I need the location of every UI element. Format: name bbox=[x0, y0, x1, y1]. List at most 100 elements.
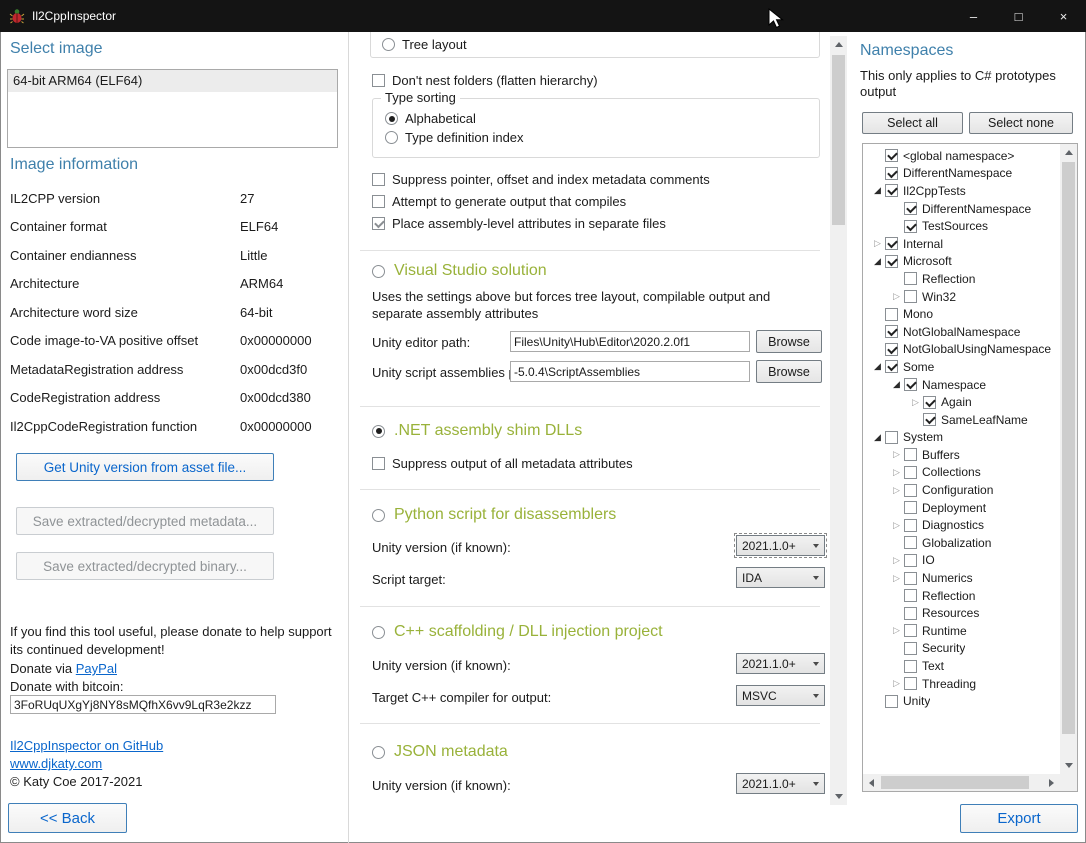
namespace-checkbox[interactable] bbox=[904, 660, 917, 673]
scroll-right-arrow[interactable] bbox=[1043, 774, 1060, 791]
scroll-down-arrow[interactable] bbox=[1060, 757, 1077, 774]
cpp-project-option[interactable]: C++ scaffolding / DLL injection project bbox=[372, 623, 663, 641]
compilable-output-option[interactable]: Attempt to generate output that compiles bbox=[372, 194, 626, 209]
namespace-tree-item[interactable]: ◢Some bbox=[864, 358, 1060, 376]
script-assemblies-path-input[interactable] bbox=[510, 361, 750, 382]
namespace-tree-item[interactable]: ▷Buffers bbox=[864, 446, 1060, 464]
namespace-tree-item[interactable]: ▷Collections bbox=[864, 464, 1060, 482]
scroll-down-arrow[interactable] bbox=[830, 788, 847, 805]
github-link[interactable]: Il2CppInspector on GitHub bbox=[10, 738, 163, 753]
tree-layout-option[interactable]: Tree layout bbox=[382, 37, 467, 52]
suppress-comments-option[interactable]: Suppress pointer, offset and index metad… bbox=[372, 172, 710, 187]
namespace-checkbox[interactable] bbox=[904, 677, 917, 690]
python-script-radio[interactable] bbox=[372, 509, 385, 522]
type-definition-index-radio[interactable] bbox=[385, 131, 398, 144]
alphabetical-option[interactable]: Alphabetical bbox=[385, 111, 476, 126]
namespace-checkbox[interactable] bbox=[904, 554, 917, 567]
namespace-checkbox[interactable] bbox=[904, 642, 917, 655]
tree-layout-radio[interactable] bbox=[382, 38, 395, 51]
expand-icon[interactable]: ▷ bbox=[889, 521, 904, 530]
json-metadata-option[interactable]: JSON metadata bbox=[372, 743, 508, 761]
expand-icon[interactable]: ▷ bbox=[889, 626, 904, 635]
namespace-checkbox[interactable] bbox=[904, 572, 917, 585]
expand-icon[interactable]: ▷ bbox=[889, 468, 904, 477]
namespace-checkbox[interactable] bbox=[885, 255, 898, 268]
script-assemblies-browse-button[interactable]: Browse bbox=[756, 360, 822, 383]
namespace-tree-item[interactable]: Mono bbox=[864, 305, 1060, 323]
namespace-checkbox[interactable] bbox=[885, 237, 898, 250]
namespace-checkbox[interactable] bbox=[904, 501, 917, 514]
namespace-checkbox[interactable] bbox=[885, 167, 898, 180]
expand-icon[interactable]: ▷ bbox=[889, 292, 904, 301]
namespace-checkbox[interactable] bbox=[885, 360, 898, 373]
shim-dlls-option[interactable]: .NET assembly shim DLLs bbox=[372, 422, 582, 440]
namespace-checkbox[interactable] bbox=[904, 378, 917, 391]
image-list-item[interactable]: 64-bit ARM64 (ELF64) bbox=[8, 70, 337, 92]
namespace-tree-item[interactable]: Reflection bbox=[864, 270, 1060, 288]
namespace-checkbox[interactable] bbox=[885, 308, 898, 321]
namespace-checkbox[interactable] bbox=[885, 325, 898, 338]
json-unity-version-combo[interactable]: 2021.1.0+ bbox=[736, 773, 825, 794]
collapse-icon[interactable]: ◢ bbox=[870, 257, 885, 266]
minimize-button[interactable]: – bbox=[951, 0, 996, 32]
save-binary-button[interactable]: Save extracted/decrypted binary... bbox=[16, 552, 274, 580]
suppress-comments-checkbox[interactable] bbox=[372, 173, 385, 186]
scroll-left-arrow[interactable] bbox=[863, 774, 880, 791]
namespace-tree-item[interactable]: Globalization bbox=[864, 534, 1060, 552]
tree-vertical-scrollbar[interactable] bbox=[1060, 144, 1077, 774]
type-definition-index-option[interactable]: Type definition index bbox=[385, 130, 524, 145]
tree-hscroll-thumb[interactable] bbox=[881, 776, 1029, 789]
namespace-checkbox[interactable] bbox=[923, 396, 936, 409]
namespace-tree-item[interactable]: ▷Again bbox=[864, 393, 1060, 411]
get-unity-version-button[interactable]: Get Unity version from asset file... bbox=[16, 453, 274, 481]
python-unity-version-combo[interactable]: 2021.1.0+ bbox=[736, 535, 825, 556]
namespace-checkbox[interactable] bbox=[885, 343, 898, 356]
paypal-link[interactable]: PayPal bbox=[76, 661, 117, 676]
expand-icon[interactable]: ▷ bbox=[889, 486, 904, 495]
namespace-tree-item[interactable]: ▷IO bbox=[864, 552, 1060, 570]
namespace-tree-item[interactable]: Deployment bbox=[864, 499, 1060, 517]
namespace-tree-item[interactable]: NotGlobalNamespace bbox=[864, 323, 1060, 341]
namespace-checkbox[interactable] bbox=[904, 607, 917, 620]
expand-icon[interactable]: ▷ bbox=[889, 556, 904, 565]
website-link[interactable]: www.djkaty.com bbox=[10, 756, 102, 771]
python-script-option[interactable]: Python script for disassemblers bbox=[372, 506, 616, 524]
unity-editor-path-input[interactable] bbox=[510, 331, 750, 352]
suppress-metadata-checkbox[interactable] bbox=[372, 457, 385, 470]
vs-solution-radio[interactable] bbox=[372, 265, 385, 278]
expand-icon[interactable]: ▷ bbox=[889, 450, 904, 459]
namespace-tree-item[interactable]: DifferentNamespace bbox=[864, 165, 1060, 183]
collapse-icon[interactable]: ◢ bbox=[870, 362, 885, 371]
scroll-up-arrow[interactable] bbox=[1060, 144, 1077, 161]
namespace-tree-item[interactable]: <global namespace> bbox=[864, 147, 1060, 165]
unity-editor-path-browse-button[interactable]: Browse bbox=[756, 330, 822, 353]
namespace-tree-item[interactable]: ▷Diagnostics bbox=[864, 516, 1060, 534]
namespace-checkbox[interactable] bbox=[904, 466, 917, 479]
namespace-checkbox[interactable] bbox=[923, 413, 936, 426]
collapse-icon[interactable]: ◢ bbox=[870, 433, 885, 442]
namespace-checkbox[interactable] bbox=[904, 624, 917, 637]
namespace-checkbox[interactable] bbox=[904, 448, 917, 461]
vs-solution-option[interactable]: Visual Studio solution bbox=[372, 262, 547, 280]
cpp-unity-version-combo[interactable]: 2021.1.0+ bbox=[736, 653, 825, 674]
cpp-project-radio[interactable] bbox=[372, 626, 385, 639]
json-metadata-radio[interactable] bbox=[372, 746, 385, 759]
namespace-tree-item[interactable]: ◢System bbox=[864, 429, 1060, 447]
namespace-checkbox[interactable] bbox=[904, 290, 917, 303]
save-metadata-button[interactable]: Save extracted/decrypted metadata... bbox=[16, 507, 274, 535]
namespace-checkbox[interactable] bbox=[904, 484, 917, 497]
collapse-icon[interactable]: ◢ bbox=[889, 380, 904, 389]
namespace-checkbox[interactable] bbox=[904, 272, 917, 285]
namespace-checkbox[interactable] bbox=[904, 519, 917, 532]
alphabetical-radio[interactable] bbox=[385, 112, 398, 125]
namespace-tree-item[interactable]: NotGlobalUsingNamespace bbox=[864, 341, 1060, 359]
flatten-option[interactable]: Don't nest folders (flatten hierarchy) bbox=[372, 73, 598, 88]
export-button[interactable]: Export bbox=[960, 804, 1078, 833]
collapse-icon[interactable]: ◢ bbox=[870, 186, 885, 195]
namespace-checkbox[interactable] bbox=[904, 220, 917, 233]
namespace-tree-item[interactable]: ◢Microsoft bbox=[864, 253, 1060, 271]
select-all-button[interactable]: Select all bbox=[862, 112, 963, 134]
expand-icon[interactable]: ▷ bbox=[889, 574, 904, 583]
namespace-checkbox[interactable] bbox=[885, 695, 898, 708]
back-button[interactable]: << Back bbox=[8, 803, 127, 833]
